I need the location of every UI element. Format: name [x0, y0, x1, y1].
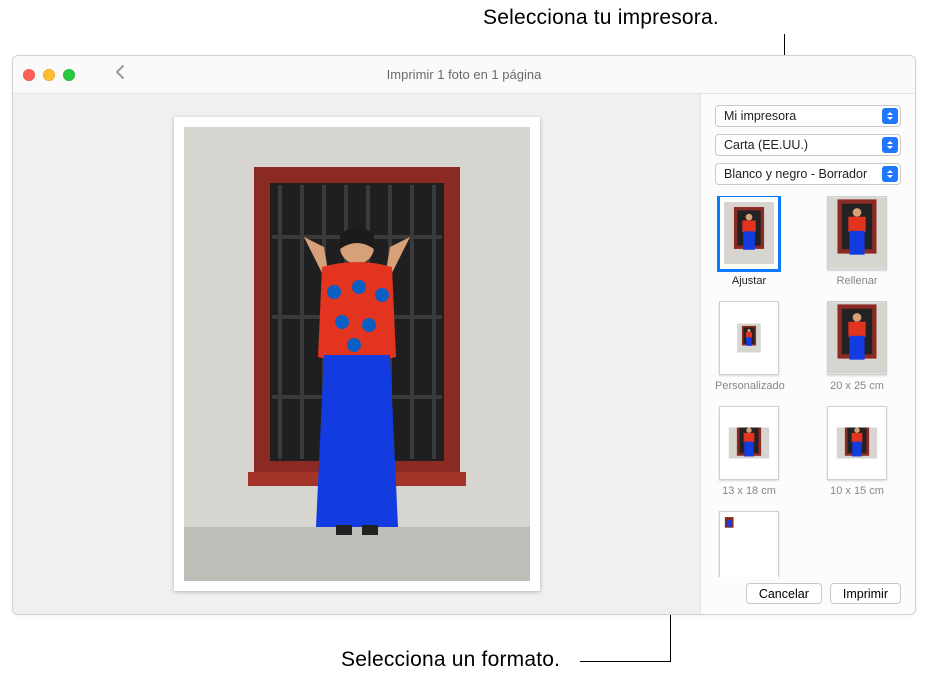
paper-select[interactable]: Carta (EE.UU.): [715, 134, 901, 156]
preview-area: [13, 94, 701, 614]
quality-select-value: Blanco y negro - Borrador: [724, 167, 867, 181]
cancel-button[interactable]: Cancelar: [746, 583, 822, 604]
printer-select-value: Mi impresora: [724, 109, 796, 123]
format-option-ajustar[interactable]: Ajustar: [715, 196, 783, 287]
format-option-13x18[interactable]: 13 x 18 cm: [715, 406, 783, 497]
format-option-rellenar[interactable]: Rellenar: [823, 196, 891, 287]
minimize-icon[interactable]: [43, 69, 55, 81]
content: Mi impresora Carta (EE.UU.) Blanco y neg…: [13, 94, 915, 614]
callout-format: Selecciona un formato.: [341, 648, 560, 672]
format-grid: Ajustar Rellenar Personalizado 20 x 25 c…: [715, 196, 901, 577]
chevron-updown-icon: [882, 108, 898, 124]
print-window: Imprimir 1 foto en 1 página: [12, 55, 916, 615]
photo-preview: [184, 127, 530, 581]
format-label: 10 x 15 cm: [823, 485, 891, 497]
close-icon[interactable]: [23, 69, 35, 81]
format-thumb: [719, 196, 779, 270]
print-button[interactable]: Imprimir: [830, 583, 901, 604]
format-thumb: [719, 406, 779, 480]
format-thumb: [827, 196, 887, 270]
format-thumb: [719, 301, 779, 375]
format-thumb: [827, 406, 887, 480]
format-option-10x15[interactable]: 10 x 15 cm: [823, 406, 891, 497]
zoom-icon[interactable]: [63, 69, 75, 81]
print-preview-paper: [174, 117, 540, 591]
format-option-20x25[interactable]: 20 x 25 cm: [823, 301, 891, 392]
format-option-contact[interactable]: [715, 511, 783, 577]
titlebar: Imprimir 1 foto en 1 página: [13, 56, 915, 94]
format-thumb: [719, 511, 779, 577]
window-title: Imprimir 1 foto en 1 página: [387, 67, 542, 82]
print-sidebar: Mi impresora Carta (EE.UU.) Blanco y neg…: [701, 94, 915, 614]
back-button[interactable]: [115, 64, 126, 85]
traffic-lights: [23, 69, 75, 81]
callout-format-line-h: [580, 661, 670, 662]
button-row: Cancelar Imprimir: [715, 577, 901, 604]
format-option-personalizado[interactable]: Personalizado: [715, 301, 783, 392]
format-label: Rellenar: [823, 275, 891, 287]
format-label: 20 x 25 cm: [823, 380, 891, 392]
chevron-updown-icon: [882, 137, 898, 153]
printer-select[interactable]: Mi impresora: [715, 105, 901, 127]
format-thumb: [827, 301, 887, 375]
paper-select-value: Carta (EE.UU.): [724, 138, 808, 152]
format-label: 13 x 18 cm: [715, 485, 783, 497]
format-label: Personalizado: [715, 380, 783, 392]
chevron-updown-icon: [882, 166, 898, 182]
callout-printer: Selecciona tu impresora.: [483, 6, 719, 30]
format-label: Ajustar: [715, 275, 783, 287]
quality-select[interactable]: Blanco y negro - Borrador: [715, 163, 901, 185]
